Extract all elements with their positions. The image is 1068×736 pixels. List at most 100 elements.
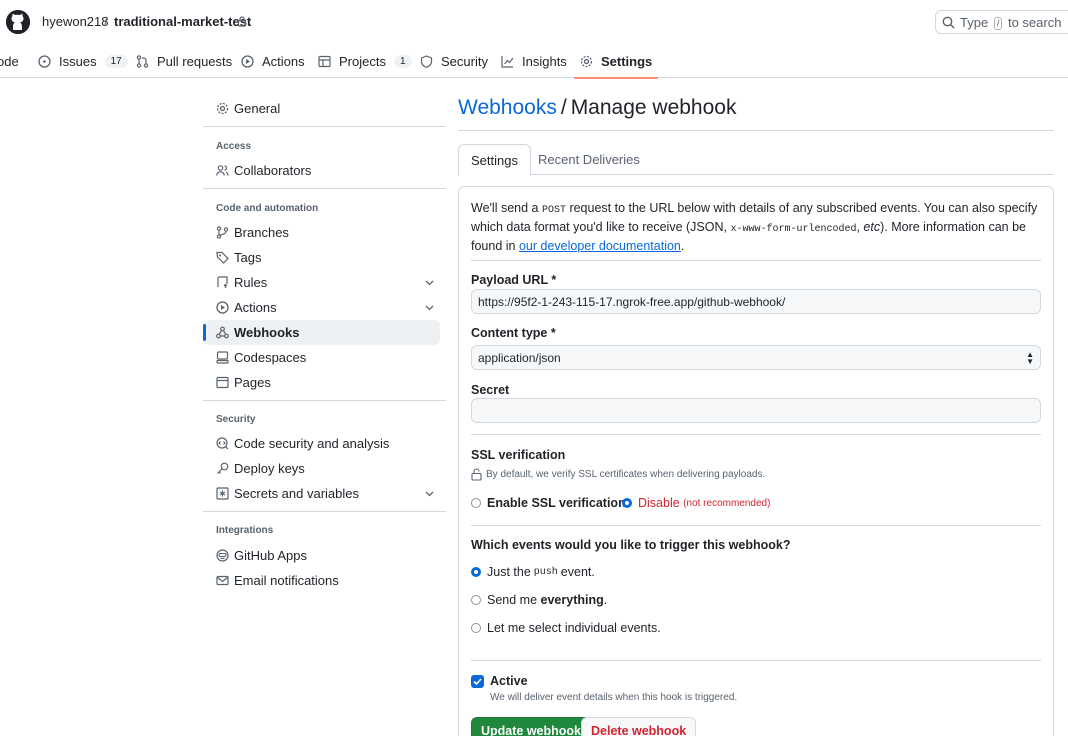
- top-header: hyewon218 / traditional-market-test Type…: [0, 0, 1068, 44]
- push-event-radio[interactable]: Just the push event.: [471, 565, 595, 579]
- search-placeholder: Type / to search: [960, 15, 1062, 30]
- select-arrows-icon: ▲ ▼: [1026, 350, 1034, 366]
- webhook-icon: [216, 326, 229, 339]
- tab-code[interactable]: ode: [0, 44, 19, 78]
- divider: [458, 130, 1054, 131]
- unlock-icon: [471, 468, 482, 481]
- select-events-radio[interactable]: Let me select individual events.: [471, 621, 661, 635]
- play-icon: [216, 301, 229, 314]
- events-question: Which events would you like to trigger t…: [471, 538, 791, 552]
- sidebar-item-tags[interactable]: Tags: [203, 245, 440, 270]
- tab-security[interactable]: Security: [420, 44, 488, 78]
- content-type-select[interactable]: application/json ▲ ▼: [471, 345, 1041, 370]
- sidebar-heading-access: Access: [216, 141, 252, 152]
- radio-button[interactable]: [471, 498, 481, 508]
- sidebar-item-branches[interactable]: Branches: [203, 220, 440, 245]
- chevron-down-icon: [424, 277, 435, 288]
- sidebar-item-label: Collaborators: [234, 163, 312, 178]
- tab-projects[interactable]: Projects 1: [318, 44, 412, 78]
- sidebar-heading-code-automation: Code and automation: [216, 203, 319, 214]
- sidebar-item-email-notifications[interactable]: Email notifications: [203, 568, 440, 593]
- everything-radio[interactable]: Send me everything.: [471, 593, 607, 607]
- sidebar-item-github-apps[interactable]: GitHub Apps: [203, 543, 440, 568]
- sidebar-item-label: Deploy keys: [234, 461, 305, 476]
- repo-push-icon: [216, 276, 229, 289]
- gear-icon: [580, 55, 593, 68]
- tab-recent-deliveries[interactable]: Recent Deliveries: [526, 144, 652, 175]
- page-title: Webhooks / Manage webhook: [458, 96, 737, 119]
- tab-settings[interactable]: Settings: [458, 144, 531, 176]
- sidebar-item-secrets[interactable]: Secrets and variables: [203, 481, 440, 506]
- tab-settings[interactable]: Settings: [573, 44, 659, 79]
- sidebar-item-actions[interactable]: Actions: [203, 295, 440, 320]
- sidebar-divider: [203, 511, 446, 512]
- developer-docs-link[interactable]: our developer documentation: [519, 239, 681, 253]
- divider: [471, 434, 1041, 435]
- search-input[interactable]: Type / to search: [935, 10, 1068, 34]
- sidebar-item-label: Secrets and variables: [234, 486, 360, 501]
- divider: [471, 660, 1041, 661]
- sidebar-item-code-security[interactable]: Code security and analysis: [203, 431, 440, 456]
- sidebar-item-general[interactable]: General: [203, 96, 440, 121]
- sidebar-item-label: Tags: [234, 250, 262, 265]
- radio-button[interactable]: [471, 623, 481, 633]
- shield-icon: [420, 54, 433, 68]
- sidebar-divider: [203, 126, 446, 127]
- graph-icon: [501, 55, 514, 68]
- sidebar-divider: [203, 400, 446, 401]
- sidebar-item-label: Branches: [234, 225, 289, 240]
- sidebar-heading-integrations: Integrations: [216, 525, 274, 536]
- payload-url-label: Payload URL *: [471, 273, 557, 287]
- sidebar-item-label: GitHub Apps: [234, 548, 307, 563]
- codescan-icon: [216, 437, 229, 450]
- sidebar-item-label: Rules: [234, 275, 268, 290]
- sidebar-item-deploy-keys[interactable]: Deploy keys: [203, 456, 440, 481]
- repo-nav: ode Issues 17 Pull requests Actions Proje…: [0, 44, 1068, 79]
- sidebar-item-label: Actions: [234, 300, 277, 315]
- sidebar-item-pages[interactable]: Pages: [203, 370, 440, 395]
- enable-ssl-radio[interactable]: Enable SSL verification: [471, 496, 626, 510]
- webhooks-link[interactable]: Webhooks: [458, 96, 557, 119]
- active-label: Active: [490, 674, 528, 688]
- owner-link[interactable]: hyewon218: [42, 14, 109, 29]
- radio-button[interactable]: [471, 567, 481, 577]
- payload-url-input[interactable]: [471, 289, 1041, 314]
- hubot-icon: [216, 549, 229, 562]
- table-icon: [318, 55, 331, 68]
- radio-button[interactable]: [622, 498, 632, 508]
- tab-actions[interactable]: Actions: [241, 44, 305, 78]
- sidebar-item-rules[interactable]: Rules: [203, 270, 440, 295]
- github-logo-icon[interactable]: [6, 10, 30, 34]
- webhook-description: We'll send a POST request to the URL bel…: [471, 201, 1038, 253]
- sidebar-item-label: Email notifications: [234, 573, 339, 588]
- repo-link[interactable]: traditional-market-test: [114, 14, 251, 29]
- pull-request-icon: [136, 54, 149, 68]
- disable-ssl-radio[interactable]: Disable (not recommended): [622, 496, 770, 510]
- content-type-label: Content type *: [471, 326, 556, 340]
- gear-icon: [216, 102, 229, 115]
- sidebar-item-collaborators[interactable]: Collaborators: [203, 158, 440, 183]
- webhook-tabs: Settings Recent Deliveries: [458, 144, 1054, 176]
- update-webhook-button[interactable]: Update webhook: [471, 717, 592, 736]
- secret-label: Secret: [471, 383, 510, 397]
- active-checkbox[interactable]: [471, 675, 484, 688]
- search-icon: [942, 16, 955, 29]
- radio-button[interactable]: [471, 595, 481, 605]
- sidebar-divider: [203, 188, 446, 189]
- chevron-down-icon: [424, 302, 435, 313]
- active-note: We will deliver event details when this …: [490, 692, 738, 703]
- secret-input[interactable]: [471, 398, 1041, 423]
- sidebar-item-webhooks[interactable]: Webhooks: [203, 320, 440, 345]
- sidebar-item-label: Code security and analysis: [234, 436, 390, 451]
- sidebar-item-codespaces[interactable]: Codespaces: [203, 345, 440, 370]
- sidebar-item-label: Webhooks: [234, 325, 300, 340]
- chevron-down-icon: [424, 488, 435, 499]
- tab-issues[interactable]: Issues 17: [38, 44, 128, 78]
- delete-webhook-button[interactable]: Delete webhook: [581, 717, 697, 736]
- tab-insights[interactable]: Insights: [501, 44, 567, 78]
- divider: [471, 260, 1041, 261]
- tab-pull-requests[interactable]: Pull requests: [136, 44, 232, 78]
- breadcrumb-separator: /: [104, 14, 108, 29]
- browser-icon: [216, 376, 229, 389]
- projects-counter: 1: [393, 54, 412, 68]
